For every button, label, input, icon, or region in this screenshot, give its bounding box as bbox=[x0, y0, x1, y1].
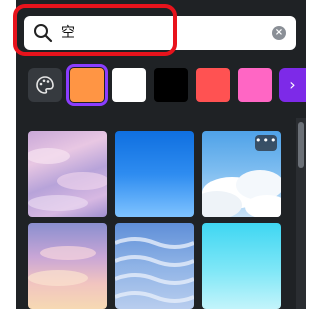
sunset-cloud-texture bbox=[28, 246, 96, 286]
color-swatch-red[interactable] bbox=[196, 68, 230, 102]
image-result-rippled-clouds[interactable] bbox=[115, 223, 194, 309]
palette-icon bbox=[36, 76, 54, 94]
ripple-texture bbox=[115, 237, 194, 303]
chevron-right-icon[interactable]: › bbox=[279, 68, 306, 102]
image-result-white-clouds[interactable]: ••• bbox=[202, 131, 281, 217]
image-result-sunset-clouds[interactable] bbox=[28, 223, 107, 309]
color-swatch-white[interactable] bbox=[112, 68, 146, 102]
color-palette-button[interactable] bbox=[28, 68, 62, 102]
search-highlight-box bbox=[13, 4, 177, 56]
more-options-button[interactable]: ••• bbox=[255, 135, 277, 151]
scrollbar-thumb[interactable] bbox=[298, 122, 304, 168]
image-result-pastel-sky[interactable] bbox=[28, 131, 107, 217]
image-result-cyan-gradient[interactable] bbox=[202, 223, 281, 309]
color-swatch-black[interactable] bbox=[154, 68, 188, 102]
color-swatch-orange[interactable] bbox=[66, 64, 108, 106]
cloud-texture bbox=[28, 148, 107, 211]
image-result-blue-sky[interactable] bbox=[115, 131, 194, 217]
clear-icon[interactable]: × bbox=[272, 26, 286, 40]
color-swatch-pink[interactable] bbox=[238, 68, 272, 102]
